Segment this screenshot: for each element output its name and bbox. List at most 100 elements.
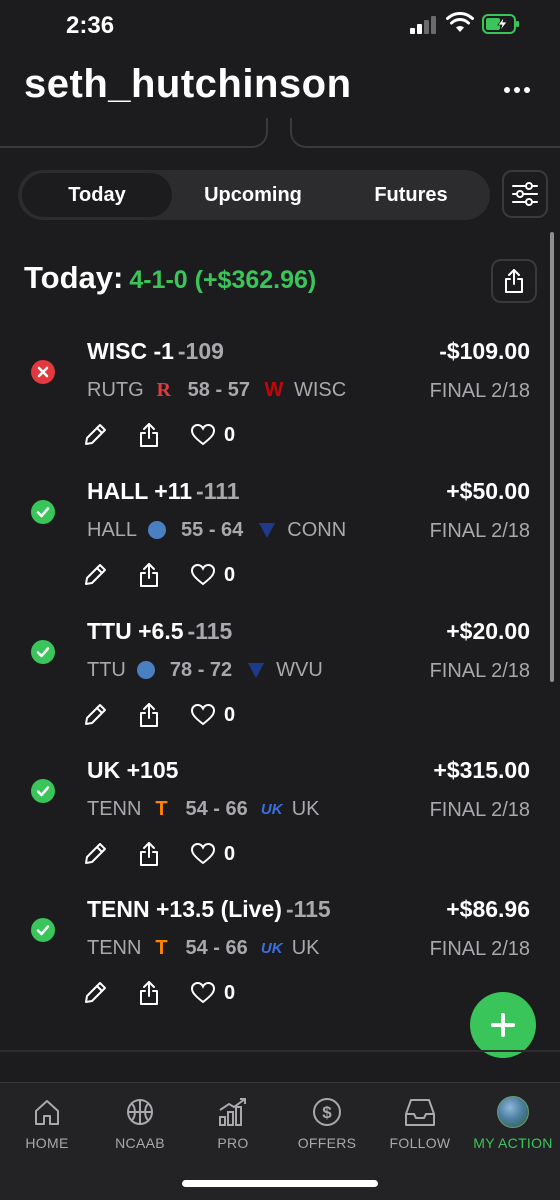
bet-actions: 0 (80, 418, 235, 452)
away-team: RUTG (87, 378, 144, 401)
share-summary-button[interactable] (491, 259, 537, 303)
game-score: 78 - 72 (169, 658, 233, 681)
away-team: HALL (87, 518, 138, 541)
filter-button[interactable] (502, 170, 548, 218)
scrollbar[interactable] (550, 232, 554, 682)
home-team-logo: UK (260, 800, 283, 818)
nav-follow[interactable]: FOLLOW (374, 1095, 466, 1151)
bet-row[interactable]: HALL +11 -111 +$50.00 HALL 55 - 64 CONN F… (0, 478, 545, 618)
edit-bet-button[interactable] (80, 700, 110, 730)
divider (0, 1050, 560, 1052)
like-count: 0 (224, 981, 236, 1004)
edit-bet-button[interactable] (80, 839, 110, 869)
like-button[interactable] (188, 978, 218, 1008)
inbox-icon (405, 1099, 435, 1126)
bet-pick: UK +105 (87, 757, 182, 784)
pencil-icon (85, 843, 106, 864)
home-team-logo (255, 518, 279, 542)
share-bet-button[interactable] (134, 420, 164, 450)
bet-pick: TTU +6.5 -115 (87, 618, 232, 645)
x-icon (37, 366, 49, 378)
more-options-icon[interactable] (504, 82, 534, 98)
bet-actions: 0 (80, 976, 235, 1010)
bet-odds: -109 (177, 338, 224, 364)
like-count: 0 (224, 842, 236, 865)
bet-row[interactable]: UK +105 +$315.00 TENN T 54 - 66 UK UK FI… (0, 757, 545, 897)
user-avatar (497, 1096, 529, 1128)
game-score-line: RUTG R 58 - 57 W WISC (87, 376, 346, 404)
result-icon (31, 360, 55, 384)
result-icon (31, 500, 55, 524)
bet-period-tabs: Today Upcoming Futures (18, 170, 490, 220)
nav-offers[interactable]: $ OFFERS (281, 1095, 373, 1151)
home-icon (35, 1100, 59, 1125)
like-count: 0 (224, 423, 236, 446)
nav-home[interactable]: HOME (1, 1095, 93, 1151)
share-bet-button[interactable] (134, 560, 164, 590)
like-button[interactable] (188, 700, 218, 730)
edit-bet-button[interactable] (80, 560, 110, 590)
game-score: 58 - 57 (187, 378, 250, 401)
game-score: 55 - 64 (181, 518, 244, 541)
like-button[interactable] (188, 560, 218, 590)
bet-pick: WISC -1 -109 (87, 338, 224, 365)
edit-bet-button[interactable] (80, 978, 110, 1008)
heart-icon (190, 703, 216, 726)
home-team-logo (244, 658, 268, 682)
checkmark-icon (36, 786, 50, 797)
share-bet-button[interactable] (134, 700, 164, 730)
home-team: CONN (287, 518, 347, 541)
share-icon (505, 269, 523, 293)
plus-icon (491, 1013, 515, 1037)
bet-actions: 0 (80, 837, 235, 871)
nav-label: FOLLOW (389, 1135, 451, 1151)
pencil-icon (85, 704, 106, 725)
like-button[interactable] (188, 420, 218, 450)
bet-row[interactable]: TTU +6.5 -115 +$20.00 TTU 78 - 72 WVU FIN… (0, 618, 545, 758)
result-icon (31, 640, 55, 664)
game-status: FINAL 2/18 (429, 520, 530, 542)
pencil-icon (85, 982, 106, 1003)
edit-bet-button[interactable] (80, 420, 110, 450)
share-bet-button[interactable] (134, 839, 164, 869)
result-icon (31, 779, 55, 803)
share-icon (140, 563, 158, 587)
nav-my-action[interactable]: MY ACTION (467, 1095, 559, 1151)
tab-upcoming[interactable]: Upcoming (178, 173, 328, 217)
nav-label: PRO (217, 1135, 249, 1151)
tab-futures[interactable]: Futures (336, 173, 486, 217)
nav-label: HOME (25, 1135, 69, 1151)
dollar-icon: $ (313, 1098, 341, 1126)
away-team-logo (134, 658, 158, 682)
bet-row[interactable]: TENN +13.5 (Live) -115 +$86.96 TENN T 54 … (0, 896, 545, 1036)
game-status: FINAL 2/18 (429, 660, 530, 682)
nav-pro[interactable]: PRO (187, 1095, 279, 1151)
away-team: TTU (87, 658, 126, 681)
home-indicator[interactable] (182, 1180, 378, 1187)
game-score: 54 - 66 (185, 936, 248, 959)
bet-pick-label: HALL +11 (87, 478, 193, 504)
stat-card-left (0, 118, 268, 148)
checkmark-icon (36, 925, 50, 936)
away-team: TENN (87, 936, 142, 959)
pencil-icon (85, 564, 106, 585)
home-team-logo: W (264, 378, 284, 401)
cellular-signal-icon (410, 16, 438, 34)
heart-icon (190, 842, 216, 865)
bet-pick: HALL +11 -111 (87, 478, 240, 505)
bet-odds: -111 (196, 478, 240, 504)
add-bet-button[interactable] (470, 992, 536, 1058)
status-bar: 2:36 (0, 0, 560, 52)
tab-today[interactable]: Today (22, 173, 172, 217)
bet-row[interactable]: WISC -1 -109 -$109.00 RUTG R 58 - 57 W WI… (0, 338, 545, 478)
bet-odds: -115 (187, 618, 233, 644)
game-score-line: TTU 78 - 72 WVU (87, 656, 323, 684)
home-team: UK (291, 936, 320, 959)
svg-text:$: $ (322, 1103, 332, 1122)
checkmark-icon (36, 647, 50, 658)
share-bet-button[interactable] (134, 978, 164, 1008)
checkmark-icon (36, 507, 50, 518)
like-button[interactable] (188, 839, 218, 869)
nav-ncaab[interactable]: NCAAB (94, 1095, 186, 1151)
today-record: 4-1-0 (+$362.96) (129, 266, 317, 294)
